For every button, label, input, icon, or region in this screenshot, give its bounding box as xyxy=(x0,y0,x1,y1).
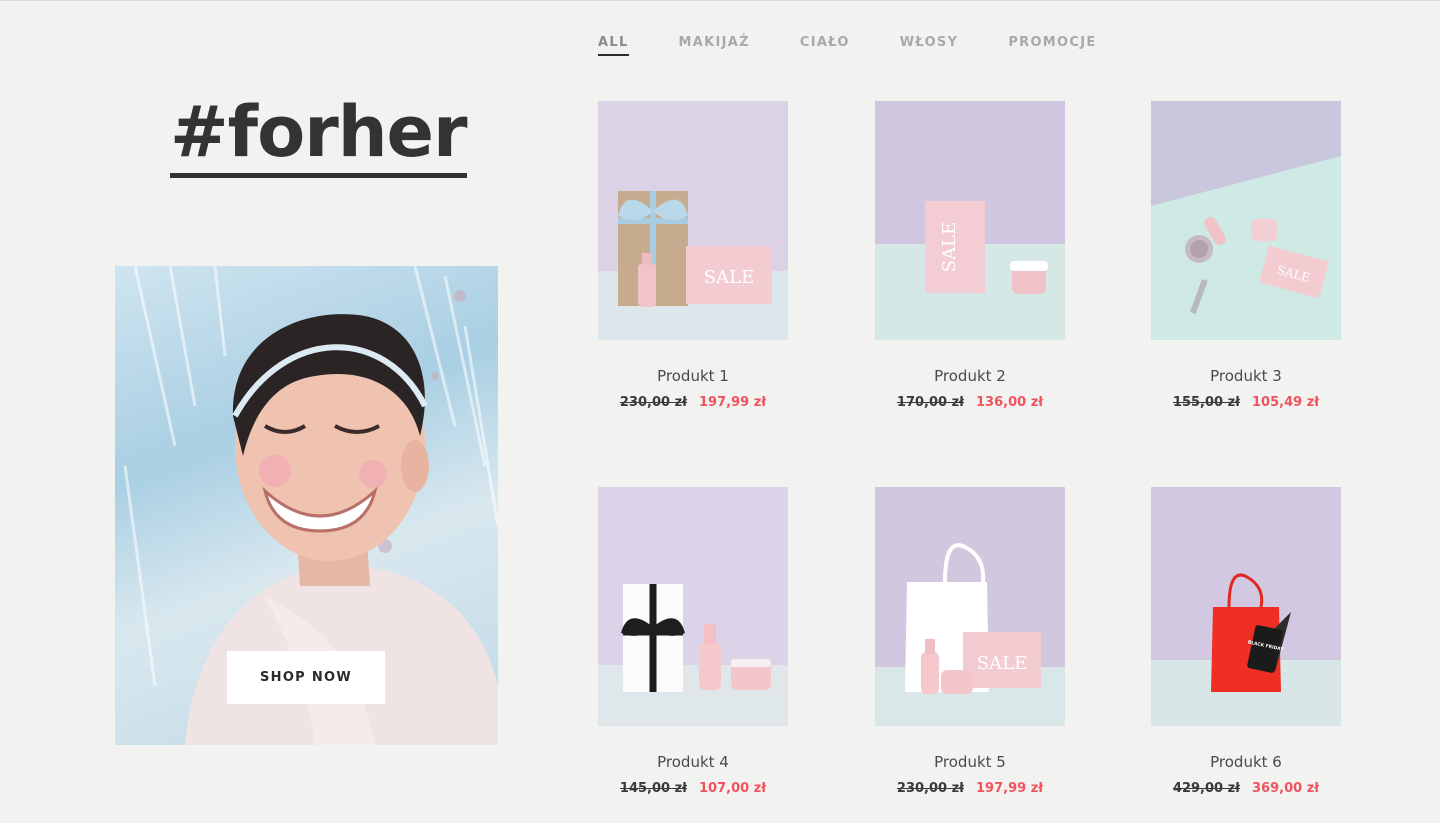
product-name[interactable]: Produkt 6 xyxy=(1151,753,1341,771)
sale-price: 105,49 zł xyxy=(1252,395,1320,410)
product-name[interactable]: Produkt 1 xyxy=(598,367,788,385)
product-image[interactable]: SALE xyxy=(875,101,1065,340)
product-image[interactable] xyxy=(598,487,788,726)
product-image[interactable]: SALE xyxy=(598,101,788,340)
product-card[interactable]: SALE Produkt 3 155,00 zł 105,49 zł xyxy=(1151,101,1341,410)
product-card[interactable]: Produkt 4 145,00 zł 107,00 zł xyxy=(598,487,788,796)
tab-wlosy[interactable]: WŁOSY xyxy=(900,35,959,56)
sale-price: 197,99 zł xyxy=(976,781,1044,796)
product-name[interactable]: Produkt 5 xyxy=(875,753,1065,771)
sale-price: 136,00 zł xyxy=(976,395,1044,410)
product-prices: 230,00 zł 197,99 zł xyxy=(875,781,1065,796)
sale-card-label: SALE xyxy=(704,267,754,288)
hero-banner[interactable]: SHOP NOW xyxy=(115,266,498,745)
product-card[interactable]: BLACK FRIDAY Produkt 6 429,00 zł 369,00 z… xyxy=(1151,487,1341,796)
sale-price: 107,00 zł xyxy=(699,781,767,796)
tab-cialo[interactable]: CIAŁO xyxy=(800,35,850,56)
product-image[interactable]: BLACK FRIDAY xyxy=(1151,487,1341,726)
category-tabs: ALL MAKIJAŻ CIAŁO WŁOSY PROMOCJE xyxy=(598,35,1147,56)
product-prices: 155,00 zł 105,49 zł xyxy=(1151,395,1341,410)
sale-price: 197,99 zł xyxy=(699,395,767,410)
hashtag-title: #forher xyxy=(170,97,468,178)
sale-card-label: SALE xyxy=(939,222,960,272)
old-price: 155,00 zł xyxy=(1172,395,1240,410)
product-prices: 145,00 zł 107,00 zł xyxy=(598,781,788,796)
product-name[interactable]: Produkt 2 xyxy=(875,367,1065,385)
old-price: 170,00 zł xyxy=(896,395,964,410)
product-card[interactable]: SALE Produkt 2 170,00 zł 136,00 zł xyxy=(875,101,1065,410)
sale-card-label: SALE xyxy=(977,653,1027,674)
old-price: 230,00 zł xyxy=(619,395,687,410)
product-image[interactable]: SALE xyxy=(875,487,1065,726)
product-image[interactable]: SALE xyxy=(1151,101,1341,340)
tab-promocje[interactable]: PROMOCJE xyxy=(1008,35,1096,56)
tab-all[interactable]: ALL xyxy=(598,35,629,56)
product-card[interactable]: SALE Produkt 1 230,00 zł 197,99 zł xyxy=(598,101,788,410)
sale-price: 369,00 zł xyxy=(1252,781,1320,796)
old-price: 145,00 zł xyxy=(619,781,687,796)
product-prices: 230,00 zł 197,99 zł xyxy=(598,395,788,410)
old-price: 429,00 zł xyxy=(1172,781,1240,796)
product-prices: 170,00 zł 136,00 zł xyxy=(875,395,1065,410)
product-name[interactable]: Produkt 3 xyxy=(1151,367,1341,385)
product-prices: 429,00 zł 369,00 zł xyxy=(1151,781,1341,796)
product-name[interactable]: Produkt 4 xyxy=(598,753,788,771)
shop-now-button[interactable]: SHOP NOW xyxy=(227,651,385,704)
tab-makijaz[interactable]: MAKIJAŻ xyxy=(679,35,750,56)
old-price: 230,00 zł xyxy=(896,781,964,796)
product-card[interactable]: SALE Produkt 5 230,00 zł 197,99 zł xyxy=(875,487,1065,796)
